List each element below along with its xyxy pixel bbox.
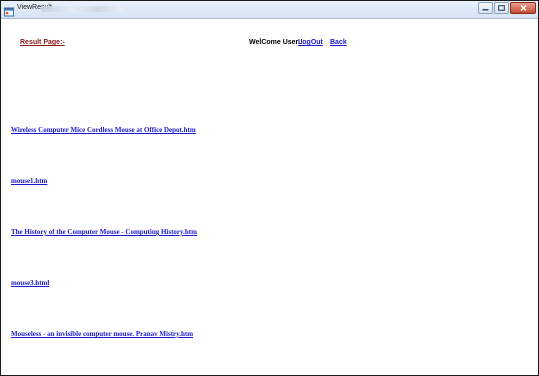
maximize-icon [498, 5, 505, 11]
result-link-3[interactable]: The History of the Computer Mouse - Comp… [11, 228, 197, 236]
app-window: ViewResult Result Page:- WelCome User ! [0, 0, 539, 376]
result-link-2[interactable]: mouse1.htm [11, 177, 47, 185]
title-bar[interactable]: ViewResult [1, 1, 538, 19]
page-content: Result Page:- WelCome User ! LogOut Back… [1, 19, 538, 375]
close-button[interactable] [510, 2, 536, 14]
close-icon [520, 5, 526, 11]
result-link-1[interactable]: Wireless Computer Mice Cordless Mouse at… [11, 126, 196, 134]
logout-link[interactable]: LogOut [298, 39, 323, 46]
app-icon [4, 4, 14, 17]
back-link[interactable]: Back [330, 39, 347, 46]
title-path-blurred [41, 6, 123, 12]
welcome-text: WelCome User ! [249, 39, 303, 46]
window-controls [478, 2, 536, 14]
result-link-5[interactable]: Mouseless - an invisible computer mouse.… [11, 330, 193, 338]
minimize-icon [482, 8, 489, 10]
minimize-button[interactable] [478, 2, 493, 14]
maximize-button[interactable] [494, 2, 509, 14]
page-title: Result Page:- [20, 39, 65, 46]
result-link-4[interactable]: mouse3.html [11, 279, 49, 287]
